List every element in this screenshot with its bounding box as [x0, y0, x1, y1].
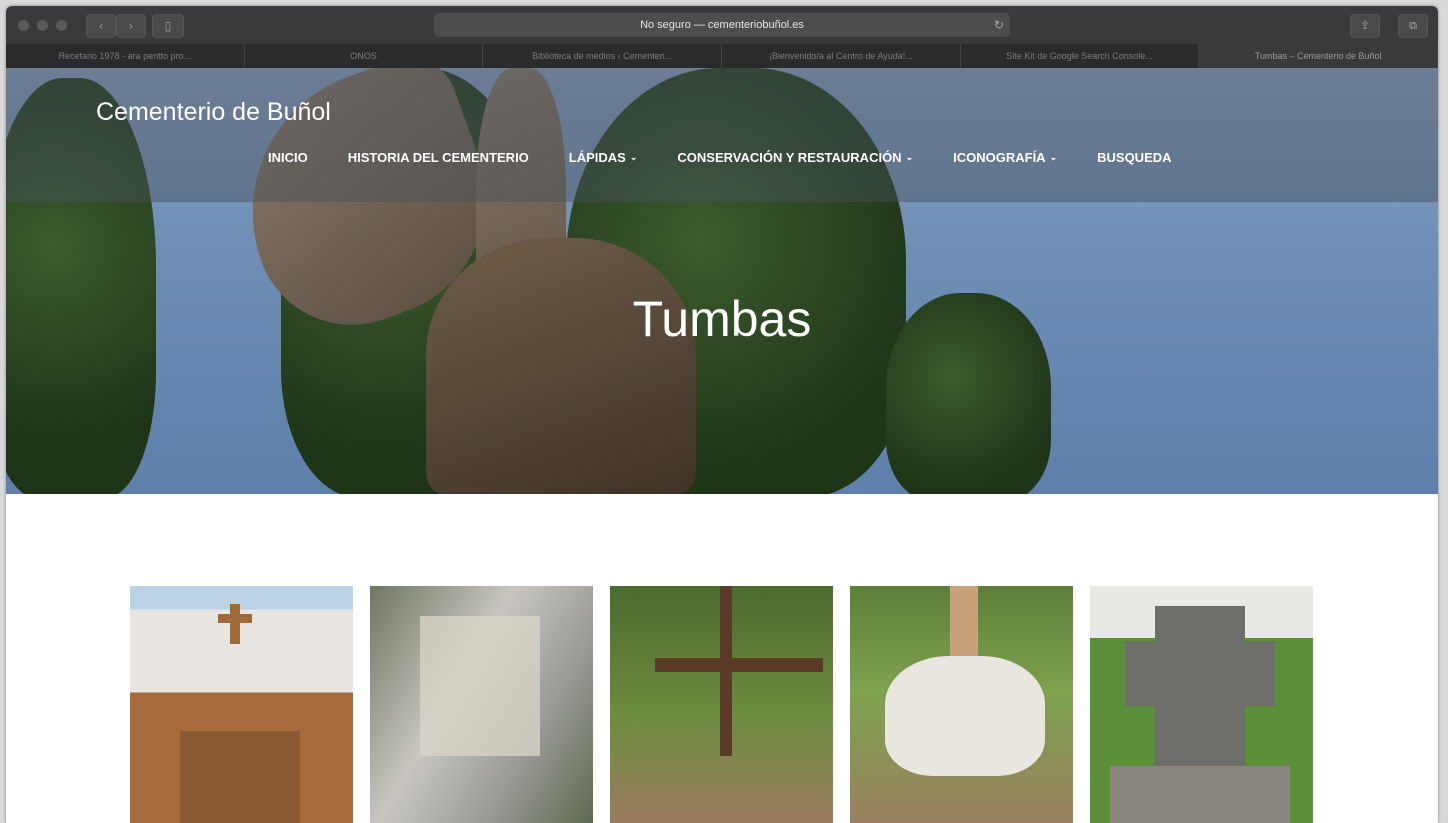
site-logo[interactable]: Cementerio de Buñol	[96, 98, 331, 127]
menu-item-busqueda[interactable]: BUSQUEDA	[1097, 150, 1171, 165]
chevron-down-icon: ⌄	[1049, 152, 1058, 162]
minimize-window-button[interactable]	[37, 20, 48, 31]
gallery-grid	[130, 586, 1313, 823]
angel-statue-image	[426, 238, 696, 494]
tab-bar: Recetario 1978 - ara pentto pro... ONOS …	[6, 44, 1438, 68]
tabs-overview-button[interactable]: ⧉	[1398, 14, 1428, 38]
browser-toolbar: ‹ › ▯ No seguro — cementeriobuñol.es ↻ ⇪…	[6, 6, 1438, 44]
post-shape	[950, 586, 978, 656]
gallery-image-cruz-piedra[interactable]	[1090, 586, 1313, 823]
reload-icon[interactable]: ↻	[994, 13, 1004, 37]
address-text: No seguro — cementeriobuñol.es	[640, 19, 804, 31]
menu-item-inicio[interactable]: INICIO	[268, 150, 308, 165]
tab-3[interactable]: Biblioteca de medios ‹ Cementeri...	[483, 44, 723, 68]
menu-item-conservacion[interactable]: CONSERVACIÓN Y RESTAURACIÓN ⌄	[677, 150, 913, 165]
menu-label: CONSERVACIÓN Y RESTAURACIÓN	[677, 150, 902, 165]
sidebar-button[interactable]: ▯	[152, 14, 184, 38]
menu-label: BUSQUEDA	[1097, 150, 1172, 165]
forward-button[interactable]: ›	[116, 14, 146, 38]
cross-shape	[1125, 641, 1275, 706]
tab-5[interactable]: Site Kit de Google Search Console...	[961, 44, 1200, 68]
menu-item-iconografia[interactable]: ICONOGRAFÍA ⌄	[953, 150, 1057, 165]
menu-label: HISTORIA DEL CEMENTERIO	[347, 150, 529, 165]
share-icon: ⇪	[1360, 19, 1370, 32]
tab-2[interactable]: ONOS	[245, 44, 484, 68]
plaque-shape	[885, 656, 1045, 776]
gallery-image-cruz-hierro[interactable]	[610, 586, 833, 823]
browser-window: ‹ › ▯ No seguro — cementeriobuñol.es ↻ ⇪…	[6, 6, 1438, 823]
window-controls	[18, 20, 67, 31]
site-header	[6, 68, 1438, 202]
menu-item-historia[interactable]: HISTORIA DEL CEMENTERIO	[348, 150, 529, 165]
back-button[interactable]: ‹	[86, 14, 116, 38]
menu-label: LÁPIDAS	[568, 150, 626, 165]
menu-label: INICIO	[268, 150, 308, 165]
sidebar-icon: ▯	[164, 19, 172, 33]
gallery-image-lapida-mariana[interactable]	[370, 586, 593, 823]
share-button[interactable]: ⇪	[1350, 14, 1380, 38]
gallery-image-tumba-cruz-ladrillo[interactable]	[130, 586, 353, 823]
chevron-left-icon: ‹	[98, 19, 104, 33]
menu-label: ICONOGRAFÍA	[953, 150, 1046, 165]
gallery-image-lapida-carlos[interactable]	[850, 586, 1073, 823]
tab-6-active[interactable]: Tumbas – Cementerio de Buñol	[1199, 44, 1438, 68]
hero-banner: Cementerio de Buñol INICIO HISTORIA DEL …	[6, 68, 1438, 494]
chevron-down-icon: ⌄	[905, 152, 914, 162]
tab-4[interactable]: ¡Bienvenido/a al Centro de Ayuda!...	[722, 44, 961, 68]
tombstone-shape	[420, 616, 540, 756]
chevron-down-icon: ⌄	[629, 152, 638, 162]
address-bar[interactable]: No seguro — cementeriobuñol.es ↻	[434, 13, 1010, 37]
niche-shape	[180, 731, 300, 823]
tabs-icon: ⧉	[1409, 19, 1417, 32]
menu-item-lapidas[interactable]: LÁPIDAS ⌄	[569, 150, 638, 165]
zoom-window-button[interactable]	[56, 20, 67, 31]
chevron-right-icon: ›	[128, 19, 134, 33]
cross-shape	[655, 658, 823, 672]
close-window-button[interactable]	[18, 20, 29, 31]
base-shape	[1110, 766, 1290, 823]
page-title: Tumbas	[632, 291, 812, 347]
tab-1[interactable]: Recetario 1978 - ara pentto pro...	[6, 44, 245, 68]
cross-shape	[218, 614, 252, 623]
cross-shape	[230, 604, 240, 644]
main-navigation: INICIO HISTORIA DEL CEMENTERIO LÁPIDAS ⌄ …	[268, 150, 1172, 165]
